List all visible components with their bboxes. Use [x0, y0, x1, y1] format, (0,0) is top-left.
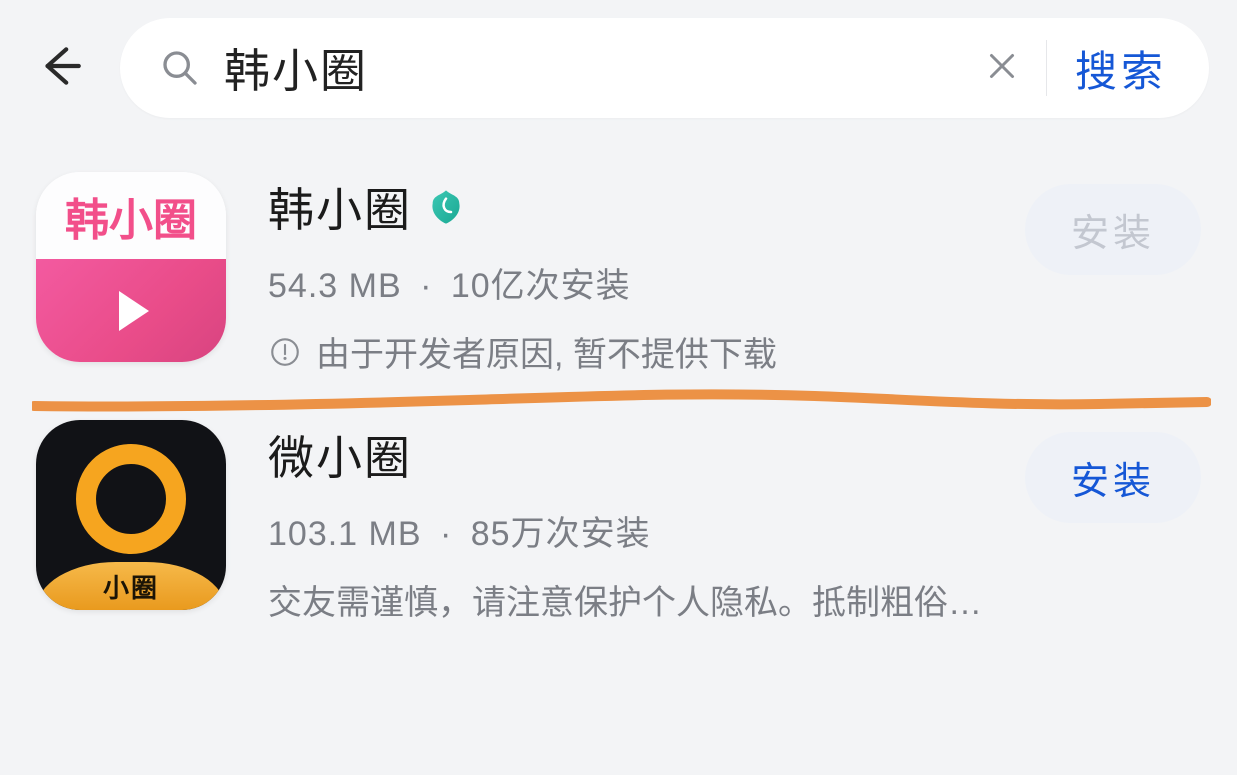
app-name: 韩小圈	[268, 174, 412, 240]
app-installs: 85万次安装	[471, 515, 651, 553]
play-icon	[36, 259, 226, 362]
divider	[1046, 40, 1047, 96]
search-header: 搜索	[0, 0, 1237, 128]
app-size: 103.1 MB	[268, 515, 422, 553]
search-input[interactable]	[224, 41, 972, 95]
app-icon-text: 韩小圈	[36, 172, 226, 259]
annotation-underline	[32, 386, 1211, 414]
app-result-row[interactable]: 小圈 微小圈 103.1 MB · 85万次安装 交友需谨慎，请注意保护个人隐私…	[36, 420, 1201, 668]
alert-icon	[268, 335, 302, 369]
verified-badge-icon	[426, 187, 466, 227]
search-icon	[160, 48, 200, 88]
search-bar: 搜索	[120, 18, 1209, 118]
app-warning-text: 由于开发者原因, 暂不提供下载	[316, 327, 777, 376]
ring-icon	[76, 444, 186, 554]
app-info: 韩小圈 54.3 MB ·	[268, 172, 983, 376]
app-icon-text: 小圈	[36, 562, 226, 610]
app-installs: 10亿次安装	[451, 267, 631, 305]
app-description-text: 交友需谨慎，请注意保护个人隐私。抵制粗俗…	[268, 575, 982, 624]
app-meta: 54.3 MB · 10亿次安装	[268, 258, 983, 307]
clear-search-button[interactable]	[972, 38, 1032, 98]
search-results: 韩小圈 韩小圈	[0, 128, 1237, 668]
back-button[interactable]	[28, 36, 92, 100]
app-info: 微小圈 103.1 MB · 85万次安装 交友需谨慎，请注意保护个人隐私。抵制…	[268, 420, 983, 624]
app-warning: 由于开发者原因, 暂不提供下载	[268, 327, 983, 376]
app-name: 微小圈	[268, 422, 412, 488]
app-meta: 103.1 MB · 85万次安装	[268, 506, 983, 555]
app-size: 54.3 MB	[268, 267, 402, 305]
install-button[interactable]: 安装	[1025, 432, 1201, 523]
install-button: 安装	[1025, 184, 1201, 275]
app-description: 交友需谨慎，请注意保护个人隐私。抵制粗俗…	[268, 575, 983, 624]
close-icon	[984, 48, 1020, 89]
app-result-row[interactable]: 韩小圈 韩小圈	[36, 172, 1201, 420]
arrow-left-icon	[35, 41, 85, 96]
search-button[interactable]: 搜索	[1065, 38, 1201, 99]
app-icon: 韩小圈	[36, 172, 226, 362]
app-icon: 小圈	[36, 420, 226, 610]
